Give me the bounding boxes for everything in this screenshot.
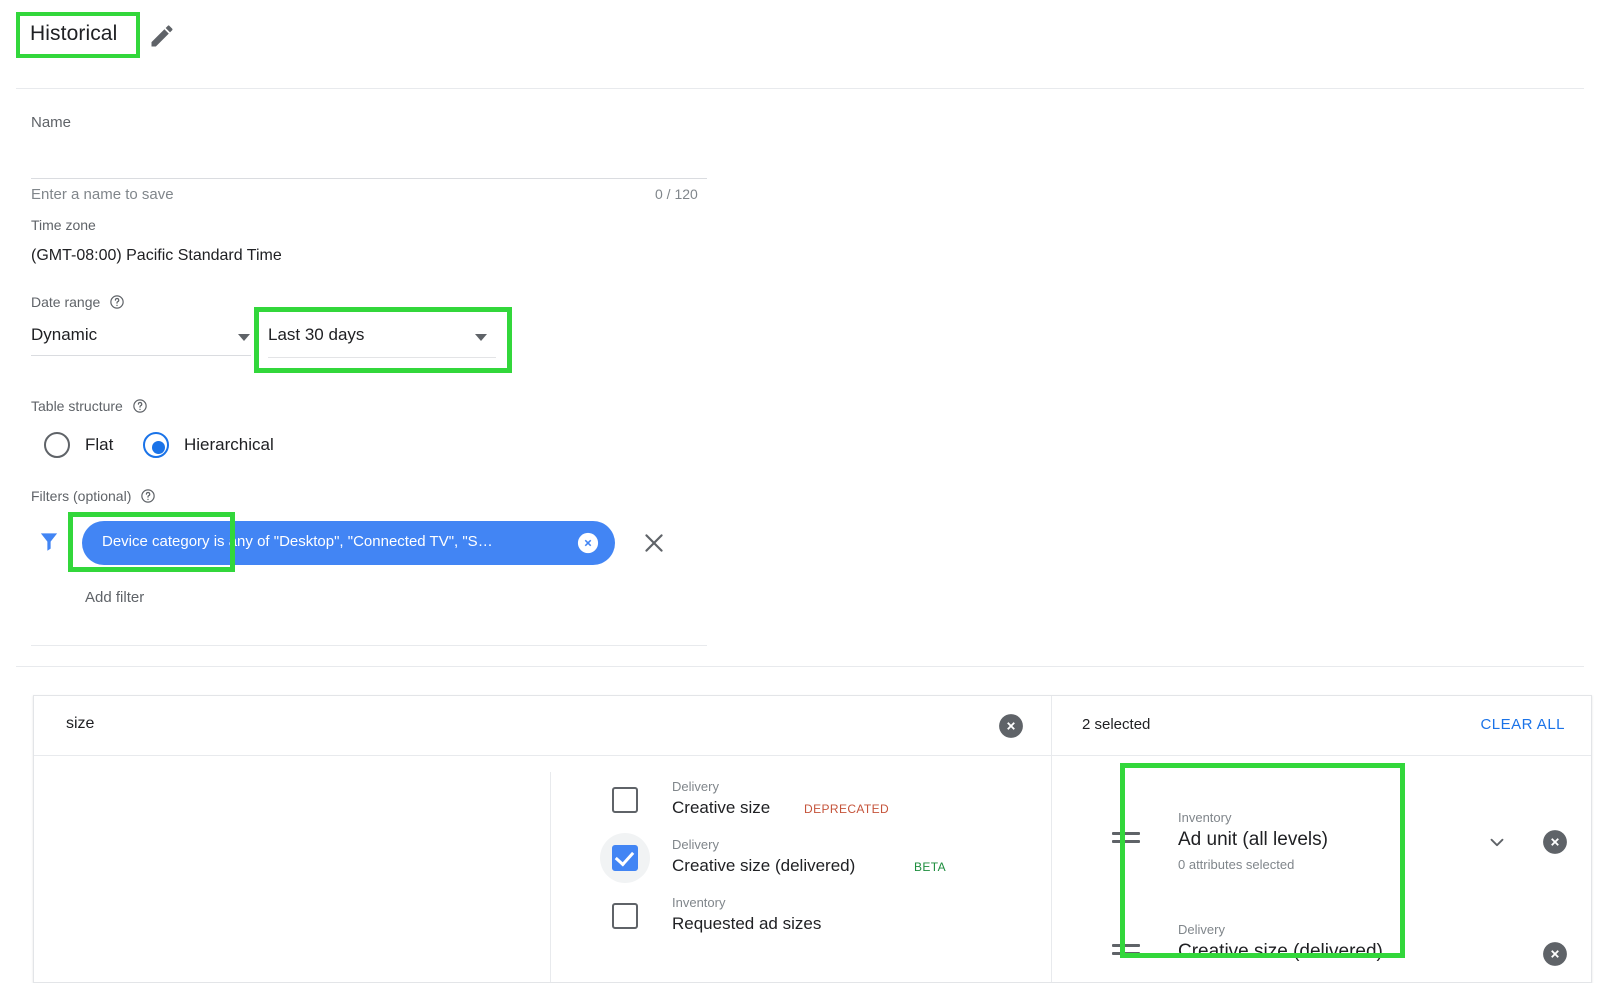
name-input[interactable]: Enter a name to save [31, 186, 174, 203]
help-icon[interactable] [140, 488, 156, 507]
status-badge: DEPRECATED [804, 802, 889, 816]
table-structure-label-text: Table structure [31, 398, 123, 414]
section-divider [16, 666, 1584, 667]
status-badge: BETA [914, 860, 946, 874]
chevron-down-icon [238, 334, 250, 341]
radio-flat-label: Flat [85, 435, 113, 455]
add-filter-button[interactable]: Add filter [85, 589, 144, 606]
checkbox-creative-size-delivered[interactable] [612, 845, 638, 871]
selected-remove-icon[interactable] [1542, 829, 1568, 855]
header-divider [16, 88, 1584, 89]
clear-all-button[interactable]: CLEAR ALL [1480, 716, 1565, 733]
timezone-label: Time zone [31, 217, 96, 233]
selected-panel-header: 2 selected CLEAR ALL [1052, 696, 1592, 756]
date-range-type-underline [31, 355, 251, 356]
list-item[interactable]: Delivery Creative size (delivered) BETA [559, 829, 1051, 887]
date-range-label-text: Date range [31, 294, 100, 310]
radio-hierarchical-circle [143, 432, 169, 458]
filter-chip-highlight [68, 512, 235, 572]
list-item[interactable]: Delivery Creative size DEPRECATED [559, 771, 1051, 829]
page-header: Historical [0, 0, 1600, 74]
date-range-label: Date range [31, 294, 125, 313]
chevron-down-icon[interactable] [1486, 831, 1508, 853]
check-icon [615, 847, 635, 867]
selected-count: 2 selected [1082, 716, 1150, 733]
form-bottom-divider [31, 645, 707, 646]
selected-remove-icon[interactable] [1542, 941, 1568, 967]
option-name: Creative size (delivered) [672, 856, 855, 876]
filter-funnel-icon [36, 528, 62, 554]
radio-flat-circle [44, 432, 70, 458]
option-name: Requested ad sizes [672, 914, 821, 934]
search-input[interactable]: size [66, 715, 94, 733]
option-name: Creative size [672, 798, 770, 818]
filters-label-text: Filters (optional) [31, 488, 131, 504]
filter-chip-remove-icon[interactable] [577, 532, 599, 554]
name-field-label: Name [31, 114, 71, 131]
timezone-value: (GMT-08:00) Pacific Standard Time [31, 247, 282, 265]
option-category: Delivery [672, 837, 719, 852]
page-title: Historical [30, 22, 117, 46]
search-clear-icon[interactable] [998, 713, 1024, 739]
dimension-search-bar: size [34, 696, 1051, 756]
drag-handle[interactable] [1112, 832, 1140, 846]
dimension-picker-card: size Delivery Creative size DEPRECATED D… [33, 695, 1592, 983]
checkbox-creative-size[interactable] [612, 787, 638, 813]
chevron-down-icon [475, 334, 487, 341]
table-row[interactable]: Inventory Ad unit (all levels) 0 attribu… [1052, 786, 1592, 898]
checkbox-requested-ad-sizes[interactable] [612, 903, 638, 929]
option-category: Delivery [672, 779, 719, 794]
table-row[interactable]: Delivery Creative size (delivered) [1052, 898, 1592, 983]
list-item[interactable]: Inventory Requested ad sizes [559, 887, 1051, 945]
help-icon[interactable] [132, 398, 148, 417]
table-structure-label: Table structure [31, 398, 148, 417]
filters-label: Filters (optional) [31, 488, 156, 507]
date-range-value: Last 30 days [268, 325, 364, 345]
option-category: Inventory [672, 895, 725, 910]
date-range-value-underline [268, 357, 496, 358]
name-field-underline [31, 178, 707, 179]
selected-category: Delivery [1178, 922, 1225, 937]
pencil-icon[interactable] [148, 22, 176, 50]
drag-handle[interactable] [1112, 944, 1140, 958]
selected-name: Ad unit (all levels) [1178, 829, 1328, 851]
selected-name: Creative size (delivered) [1178, 941, 1383, 963]
category-column-divider [550, 772, 551, 983]
date-range-type-value: Dynamic [31, 325, 97, 345]
filter-remove-icon[interactable] [641, 530, 667, 556]
name-char-counter: 0 / 120 [655, 186, 698, 202]
selected-attributes-summary: 0 attributes selected [1178, 857, 1294, 872]
help-icon[interactable] [109, 294, 125, 313]
selected-category: Inventory [1178, 810, 1231, 825]
radio-hierarchical-dot [152, 441, 165, 454]
radio-hierarchical-label: Hierarchical [184, 435, 274, 455]
